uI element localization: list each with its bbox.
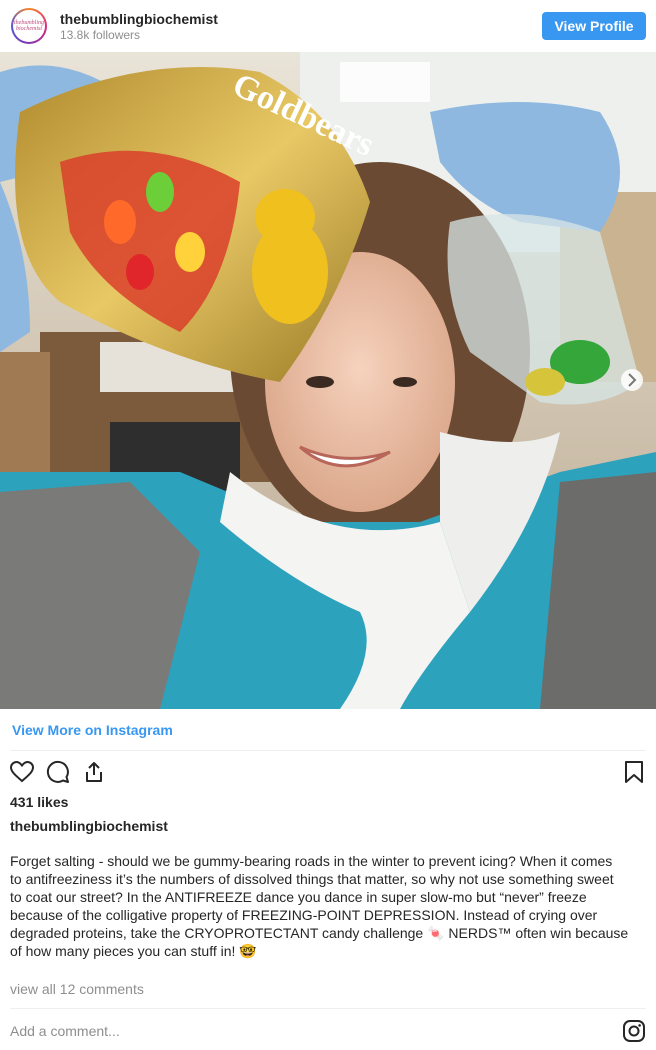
add-comment-field[interactable]: Add a comment... xyxy=(10,1023,120,1039)
caption-line: to coat our street? In the ANTIFREEZE da… xyxy=(10,889,587,905)
post-photo: Goldbears xyxy=(0,52,656,709)
share-icon[interactable] xyxy=(82,760,106,784)
header-username[interactable]: thebumblingbiochemist xyxy=(60,11,218,27)
divider xyxy=(10,1008,646,1009)
avatar[interactable]: thebumbling biochemist xyxy=(11,8,47,44)
caption-line: Forget salting - should we be gummy-bear… xyxy=(10,853,613,869)
caption-username[interactable]: thebumblingbiochemist xyxy=(10,818,168,834)
caption-line: degraded proteins, take the CRYOPROTECTA… xyxy=(10,925,629,941)
chevron-right-icon[interactable] xyxy=(621,369,643,391)
caption-line: because of the colligative property of F… xyxy=(10,907,598,923)
bookmark-icon[interactable] xyxy=(622,760,646,784)
instagram-logo-icon[interactable] xyxy=(622,1019,646,1043)
heart-icon[interactable] xyxy=(10,760,34,784)
post-header: thebumbling biochemist thebumblingbioche… xyxy=(0,0,656,52)
caption-line: of how many pieces you can stuff in! 🤓 xyxy=(10,943,257,959)
avatar-logo-text: thebumbling biochemist xyxy=(14,20,44,32)
view-more-link[interactable]: View More on Instagram xyxy=(12,722,173,738)
likes-count[interactable]: 431 likes xyxy=(10,794,68,810)
view-comments-link[interactable]: view all 12 comments xyxy=(10,981,144,997)
caption-line: to antifreeziness it’s the numbers of di… xyxy=(10,871,614,887)
follower-count: 13.8k followers xyxy=(60,28,141,42)
caption-text: Forget salting - should we be gummy-bear… xyxy=(10,852,646,960)
divider xyxy=(10,750,646,751)
view-profile-button[interactable]: View Profile xyxy=(542,12,646,40)
post-image[interactable]: Goldbears xyxy=(0,52,656,709)
comment-icon[interactable] xyxy=(46,760,70,784)
